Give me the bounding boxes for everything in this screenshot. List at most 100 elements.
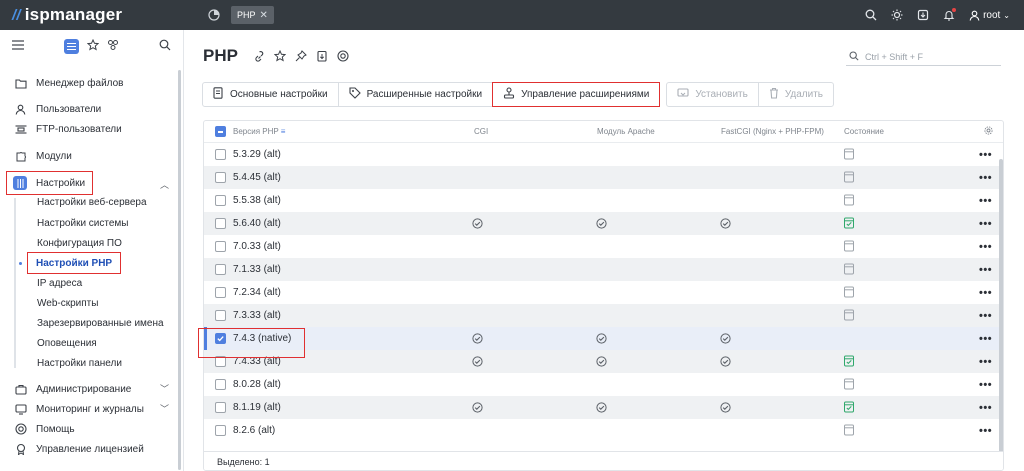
- sidebar-item-modules[interactable]: Модули: [14, 148, 72, 164]
- search-icon[interactable]: [865, 9, 877, 21]
- table-row[interactable]: 7.4.33 (alt) •••: [204, 350, 999, 373]
- table-row[interactable]: 7.2.34 (alt) •••: [204, 281, 999, 304]
- row-checkbox[interactable]: [215, 287, 226, 298]
- advanced-settings-button[interactable]: Расширенные настройки: [337, 82, 494, 107]
- sidebar-subitem-webserver-settings[interactable]: Настройки веб-сервера: [37, 194, 147, 210]
- modules-icon[interactable]: [107, 39, 119, 54]
- chevron-down-icon[interactable]: ﹀: [160, 382, 169, 395]
- favorites-star-icon[interactable]: [86, 38, 100, 54]
- open-tab-php[interactable]: PHP ✕: [231, 6, 274, 24]
- export-icon[interactable]: [316, 50, 328, 62]
- row-actions-more-icon[interactable]: •••: [979, 172, 992, 184]
- sidebar-item-help[interactable]: Помощь: [14, 421, 75, 437]
- logo[interactable]: // ispmanager: [0, 5, 195, 25]
- row-actions-more-icon[interactable]: •••: [979, 149, 992, 161]
- sidebar-subitem-system-settings[interactable]: Настройки системы: [37, 215, 129, 231]
- sidebar-item-license[interactable]: Управление лицензией: [14, 441, 144, 457]
- php-version-cell: 8.2.6 (alt): [233, 425, 276, 436]
- row-checkbox[interactable]: [215, 402, 226, 413]
- pin-icon[interactable]: [295, 50, 307, 62]
- cgi-enabled-check-icon: [472, 356, 483, 367]
- row-checkbox[interactable]: [215, 241, 226, 252]
- theme-sun-icon[interactable]: [891, 9, 903, 21]
- sidebar-item-monitoring[interactable]: Мониторинг и журналы: [14, 401, 144, 417]
- table-row[interactable]: 8.1.19 (alt) •••: [204, 396, 999, 419]
- row-actions-more-icon[interactable]: •••: [979, 402, 992, 414]
- column-header-state[interactable]: Состояние: [844, 127, 884, 136]
- sidebar-scrollbar[interactable]: [178, 70, 181, 470]
- sidebar-item-administration[interactable]: Администрирование: [14, 381, 131, 397]
- hamburger-menu-icon[interactable]: [12, 39, 24, 53]
- sidebar-item-label: Администрирование: [36, 383, 132, 395]
- delete-button[interactable]: Удалить: [757, 82, 835, 107]
- row-actions-more-icon[interactable]: •••: [979, 333, 992, 345]
- user-name: root: [983, 9, 1001, 21]
- sidebar-subitem-web-scripts[interactable]: Web-скрипты: [37, 295, 98, 311]
- basic-settings-button[interactable]: Основные настройки: [202, 82, 339, 107]
- recent-pages-icon[interactable]: [203, 6, 225, 24]
- chevron-down-icon[interactable]: ﹀: [160, 402, 169, 415]
- row-checkbox[interactable]: [215, 379, 226, 390]
- row-checkbox[interactable]: [215, 172, 226, 183]
- manage-extensions-button[interactable]: Управление расширениями: [492, 82, 661, 107]
- row-checkbox[interactable]: [215, 425, 226, 436]
- table-row[interactable]: 7.0.33 (alt) •••: [204, 235, 999, 258]
- sidebar-subitem-software-config[interactable]: Конфигурация ПО: [37, 235, 122, 251]
- sidebar-subitem-panel-settings[interactable]: Настройки панели: [37, 355, 122, 371]
- row-actions-more-icon[interactable]: •••: [979, 287, 992, 299]
- sidebar-item-ftp-users[interactable]: FTP-пользователи: [14, 121, 122, 137]
- table-row[interactable]: 5.5.38 (alt) •••: [204, 189, 999, 212]
- sidebar-subitem-notifications[interactable]: Оповещения: [37, 335, 97, 351]
- table-row[interactable]: 7.4.3 (native) •••: [204, 327, 999, 350]
- sidebar-item-users[interactable]: Пользователи: [14, 101, 101, 117]
- table-row[interactable]: 8.0.28 (alt) •••: [204, 373, 999, 396]
- column-header-version[interactable]: Версия PHP ≡: [233, 127, 285, 136]
- link-icon[interactable]: [253, 50, 265, 62]
- sidebar-item-settings[interactable]: Настройки: [6, 171, 93, 195]
- top-bar: // ispmanager PHP ✕ root ⌄: [0, 0, 1024, 30]
- select-all-checkbox[interactable]: [215, 126, 226, 137]
- sidebar-item-file-manager[interactable]: Менеджер файлов: [14, 75, 124, 91]
- favorite-star-icon[interactable]: [273, 50, 286, 62]
- sidebar-subitem-php-settings[interactable]: Настройки PHP: [26, 252, 122, 274]
- row-actions-more-icon[interactable]: •••: [979, 310, 992, 322]
- table-scrollbar[interactable]: [999, 159, 1003, 454]
- row-checkbox[interactable]: [215, 195, 226, 206]
- table-row[interactable]: 5.4.45 (alt) •••: [204, 166, 999, 189]
- sidebar-search-icon[interactable]: [159, 39, 171, 54]
- row-actions-more-icon[interactable]: •••: [979, 241, 992, 253]
- close-tab-icon[interactable]: ✕: [260, 10, 268, 21]
- table-row[interactable]: 7.1.33 (alt) •••: [204, 258, 999, 281]
- row-checkbox[interactable]: [215, 218, 226, 229]
- row-actions-more-icon[interactable]: •••: [979, 356, 992, 368]
- chevron-up-icon[interactable]: ︿: [160, 178, 169, 191]
- row-actions-more-icon[interactable]: •••: [979, 425, 992, 437]
- row-checkbox[interactable]: [215, 149, 226, 160]
- table-row[interactable]: 7.3.33 (alt) •••: [204, 304, 999, 327]
- row-actions-more-icon[interactable]: •••: [979, 195, 992, 207]
- column-settings-gear-icon[interactable]: [984, 126, 993, 137]
- fastcgi-enabled-check-icon: [720, 218, 731, 229]
- search-icon: [849, 50, 859, 63]
- row-checkbox[interactable]: [215, 264, 226, 275]
- row-checkbox[interactable]: [215, 310, 226, 321]
- apache-enabled-check-icon: [596, 356, 607, 367]
- row-actions-more-icon[interactable]: •••: [979, 379, 992, 391]
- install-button[interactable]: Установить: [666, 82, 759, 107]
- table-row[interactable]: 5.6.40 (alt) •••: [204, 212, 999, 235]
- sidebar-subitem-ip-addresses[interactable]: IP адреса: [37, 275, 82, 291]
- download-icon[interactable]: [917, 9, 929, 21]
- sidebar-subitem-reserved-names[interactable]: Зарезервированные имена: [37, 315, 164, 331]
- table-row[interactable]: 5.3.29 (alt) •••: [204, 143, 999, 166]
- row-actions-more-icon[interactable]: •••: [979, 264, 992, 276]
- global-search-input[interactable]: Ctrl + Shift + F: [846, 48, 1001, 66]
- column-header-fastcgi[interactable]: FastCGI (Nginx + PHP-FPM): [721, 127, 824, 136]
- column-header-apache[interactable]: Модуль Apache: [597, 127, 655, 136]
- help-icon[interactable]: [337, 50, 349, 62]
- table-row[interactable]: 8.2.6 (alt) •••: [204, 419, 999, 442]
- menu-list-icon[interactable]: [64, 38, 79, 54]
- notifications-bell-icon[interactable]: [943, 8, 957, 21]
- column-header-cgi[interactable]: CGI: [474, 127, 488, 136]
- row-actions-more-icon[interactable]: •••: [979, 218, 992, 230]
- user-menu[interactable]: root ⌄: [969, 10, 1010, 21]
